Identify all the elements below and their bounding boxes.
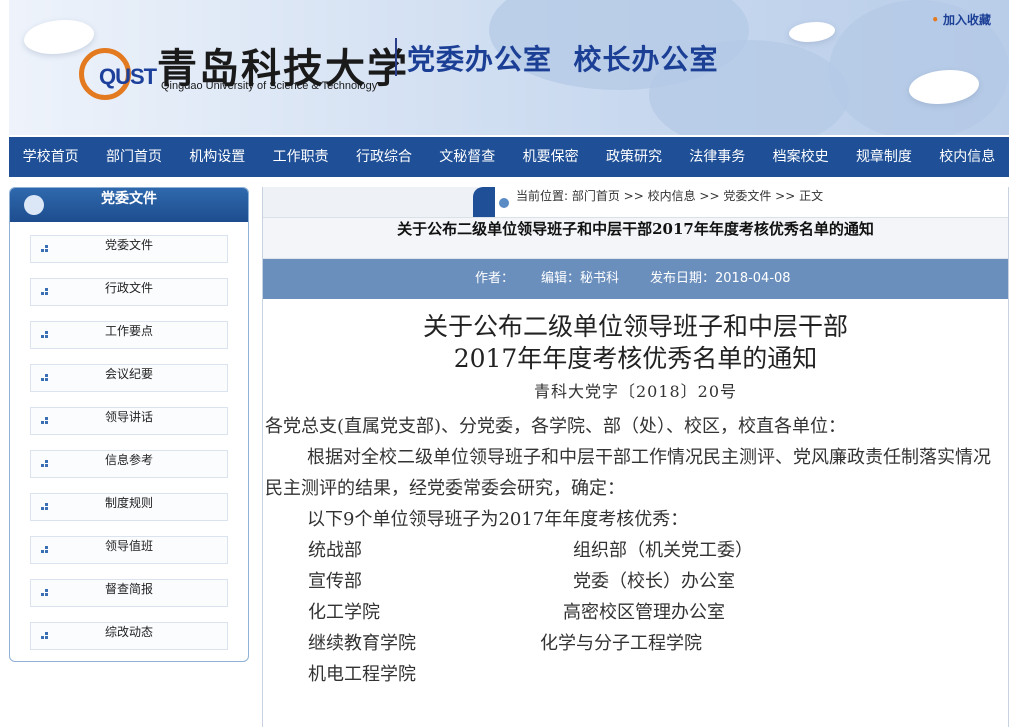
sidebar-item-label: 行政文件 [104, 281, 153, 295]
office-name: 党委办公室 校长办公室 [407, 43, 719, 76]
unit-name: 化学与分子工程学院 [540, 633, 702, 654]
school-name-en: Qingdao University of Science & Technolo… [161, 80, 378, 92]
nav-item-campus-info[interactable]: 校内信息 [926, 137, 1009, 177]
nav-item-legal[interactable]: 法律事务 [676, 137, 759, 177]
sidebar-item-party-docs[interactable]: 党委文件 [30, 235, 228, 263]
nav-item-duties[interactable]: 工作职责 [259, 137, 342, 177]
article-editor: 编辑：秘书科 [541, 271, 620, 286]
article-author: 作者： [475, 271, 515, 286]
unit-name: 继续教育学院 [308, 633, 416, 654]
sidebar-item-label: 综改动态 [104, 625, 153, 639]
location-icon [499, 198, 509, 208]
unit-name: 机电工程学院 [308, 664, 416, 685]
sidebar-item-inspection[interactable]: 督查简报 [30, 579, 228, 607]
unit-name: 宣传部 [308, 571, 362, 592]
nav-item-policy[interactable]: 政策研究 [592, 137, 675, 177]
unit-row: 机电工程学院 [263, 659, 1008, 690]
sidebar-item-speeches[interactable]: 领导讲话 [30, 407, 228, 435]
sidebar: 党委文件 党委文件 行政文件 工作要点 会议纪要 领导讲话 信息参考 制度规则 … [9, 187, 249, 662]
sidebar-item-label: 信息参考 [104, 453, 153, 467]
sidebar-item-minutes[interactable]: 会议纪要 [30, 364, 228, 392]
sidebar-item-label: 制度规则 [104, 496, 153, 510]
breadcrumb[interactable]: 当前位置: 部门首页 >> 校内信息 >> 党委文件 >> 正文 [516, 187, 823, 204]
sidebar-item-label: 领导讲话 [104, 410, 153, 424]
paragraph-2: 以下9个单位领导班子为2017年年度考核优秀： [307, 509, 689, 530]
breadcrumb-bar: 当前位置: 部门首页 >> 校内信息 >> 党委文件 >> 正文 [263, 187, 1008, 218]
unit-name: 高密校区管理办公室 [563, 602, 725, 623]
sidebar-item-admin-docs[interactable]: 行政文件 [30, 278, 228, 306]
sidebar-title: 党委文件 [101, 191, 157, 207]
school-logo: QUST [79, 28, 157, 100]
unit-name: 统战部 [308, 540, 362, 561]
article-title-bar: 关于公布二级单位领导班子和中层干部2017年年度考核优秀名单的通知 [397, 220, 874, 238]
add-favorite-label: 加入收藏 [942, 13, 991, 27]
article-heading-line1: 关于公布二级单位领导班子和中层干部 [422, 312, 848, 341]
unit-row: 宣传部 党委（校长）办公室 [263, 566, 1008, 597]
sidebar-item-label: 工作要点 [104, 324, 153, 338]
nav-item-organization[interactable]: 机构设置 [176, 137, 259, 177]
sidebar-item-duty[interactable]: 领导值班 [30, 536, 228, 564]
article-panel: 当前位置: 部门首页 >> 校内信息 >> 党委文件 >> 正文 关于公布二级单… [262, 187, 1009, 727]
title-bar: 关于公布二级单位领导班子和中层干部2017年年度考核优秀名单的通知 [263, 218, 1008, 259]
article-date: 发布日期：2018-04-08 [650, 271, 791, 286]
sidebar-item-info-reference[interactable]: 信息参考 [30, 450, 228, 478]
salutation: 各党总支(直属党支部)、分党委，各学院、部（处）、校区，校直各单位： [265, 416, 847, 437]
nav-item-dept-home[interactable]: 部门首页 [92, 137, 175, 177]
breadcrumb-marker [473, 187, 495, 217]
nav-item-secretary[interactable]: 文秘督查 [426, 137, 509, 177]
sidebar-header: 党委文件 [10, 188, 248, 222]
meta-bar: 作者： 编辑：秘书科 发布日期：2018-04-08 [263, 259, 1008, 299]
unit-name: 党委（校长）办公室 [573, 571, 735, 592]
sidebar-item-label: 领导值班 [104, 539, 153, 553]
nav-item-archives[interactable]: 档案校史 [759, 137, 842, 177]
unit-row: 化工学院 高密校区管理办公室 [263, 597, 1008, 628]
sidebar-item-label: 督查简报 [104, 582, 153, 596]
sidebar-item-label: 会议纪要 [104, 367, 153, 381]
unit-name: 组织部（机关党工委） [573, 540, 753, 561]
article-heading-line2: 2017年年度考核优秀名单的通知 [453, 344, 818, 373]
bullet-icon: • [931, 13, 939, 27]
document-number: 青科大党字〔2018〕20号 [533, 382, 738, 401]
paragraph-1: 根据对全校二级单位领导班子和中层干部工作情况民主测评、党风廉政责任制落实情况民主… [265, 447, 991, 499]
nav-item-confidential[interactable]: 机要保密 [509, 137, 592, 177]
sidebar-item-work-points[interactable]: 工作要点 [30, 321, 228, 349]
logo-text: QUST [99, 64, 157, 89]
main-nav: 学校首页 部门首页 机构设置 工作职责 行政综合 文秘督查 机要保密 政策研究 … [9, 137, 1009, 177]
nav-item-home[interactable]: 学校首页 [9, 137, 92, 177]
unit-row: 继续教育学院 化学与分子工程学院 [263, 628, 1008, 659]
nav-item-regulations[interactable]: 规章制度 [842, 137, 925, 177]
add-favorite-link[interactable]: • 加入收藏 [931, 11, 991, 28]
unit-row: 统战部 组织部（机关党工委） [263, 535, 1008, 566]
header-banner: QUST 青岛科技大学 Qingdao University of Scienc… [9, 0, 1009, 135]
header-separator [395, 38, 397, 76]
dove-icon [789, 22, 835, 42]
unit-name: 化工学院 [308, 602, 380, 623]
sidebar-item-rules[interactable]: 制度规则 [30, 493, 228, 521]
article-body: 关于公布二级单位领导班子和中层干部 2017年年度考核优秀名单的通知 青科大党字… [263, 311, 1008, 690]
sidebar-list: 党委文件 行政文件 工作要点 会议纪要 领导讲话 信息参考 制度规则 领导值班 … [10, 222, 248, 650]
sidebar-item-reform[interactable]: 综改动态 [30, 622, 228, 650]
sidebar-item-label: 党委文件 [104, 238, 153, 252]
nav-item-admin[interactable]: 行政综合 [342, 137, 425, 177]
